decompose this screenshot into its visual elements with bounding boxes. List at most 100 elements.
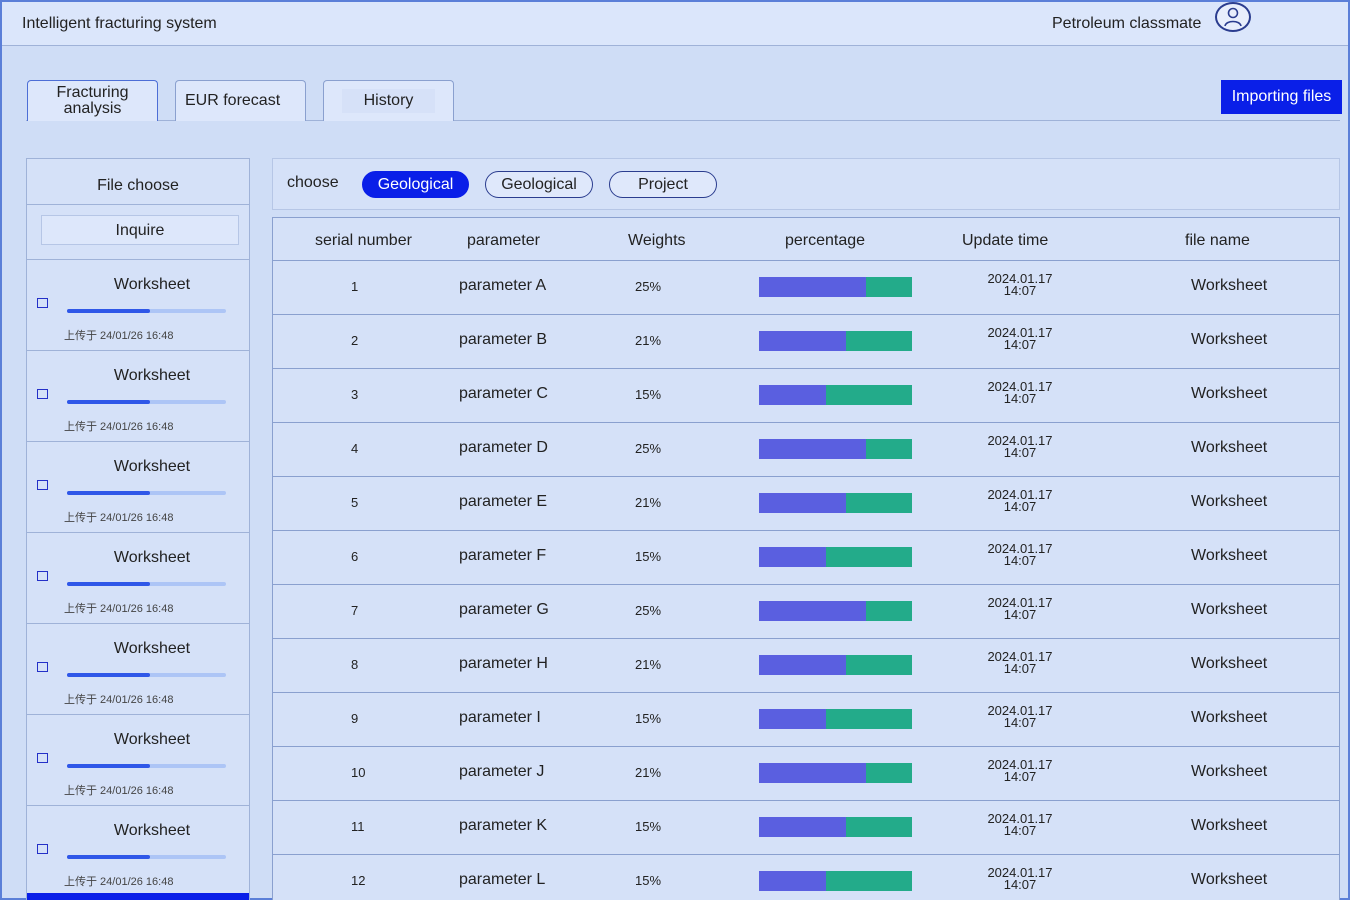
- parameter-name: parameter D: [459, 439, 548, 456]
- parameter-name: parameter H: [459, 655, 548, 672]
- table-row[interactable]: 6 parameter F 15% 2024.01.17 14:07 Worksheet: [273, 531, 1339, 585]
- file-item[interactable]: Worksheet 上传于 24/01/26 16:48: [27, 442, 249, 533]
- file-item[interactable]: Worksheet 上传于 24/01/26 16:48: [27, 260, 249, 351]
- table-row[interactable]: 11 parameter K 15% 2024.01.17 14:07 Worksheet: [273, 801, 1339, 855]
- percentage-bar: [759, 385, 912, 405]
- file-checkbox[interactable]: [37, 389, 48, 399]
- serial-number: 8: [351, 657, 359, 672]
- file-progress-fill: [67, 400, 150, 404]
- table-row[interactable]: 2 parameter B 21% 2024.01.17 14:07 Worksheet: [273, 315, 1339, 369]
- row-file-name[interactable]: Worksheet: [1191, 493, 1267, 511]
- percentage-bar-rest: [846, 817, 912, 837]
- percentage-bar-rest: [846, 493, 912, 513]
- file-item[interactable]: Worksheet 上传于 24/01/26 16:48: [27, 351, 249, 442]
- percentage-bar-fill: [759, 385, 827, 405]
- file-item[interactable]: Worksheet 上传于 24/01/26 16:48: [27, 533, 249, 624]
- weight-value: 25%: [635, 603, 662, 618]
- file-checkbox[interactable]: [37, 844, 48, 854]
- file-checkbox[interactable]: [37, 662, 48, 672]
- file-item[interactable]: Worksheet 上传于 24/01/26 16:48: [27, 806, 249, 897]
- tab-label: EUR forecast: [185, 92, 281, 109]
- percentage-bar: [759, 763, 912, 783]
- row-file-name[interactable]: Worksheet: [1191, 871, 1267, 889]
- serial-number: 12: [351, 873, 366, 888]
- row-file-name[interactable]: Worksheet: [1191, 547, 1267, 565]
- file-item[interactable]: Worksheet 上传于 24/01/26 16:48: [27, 715, 249, 806]
- update-clock: 14:07: [1003, 823, 1037, 838]
- row-file-name[interactable]: Worksheet: [1191, 277, 1267, 295]
- inquire-button[interactable]: Inquire: [41, 215, 239, 245]
- weight-value: 21%: [635, 765, 662, 780]
- file-name: Worksheet: [113, 640, 191, 657]
- update-time: 2024.01.17 14:07: [985, 758, 1055, 784]
- file-progress-fill: [67, 764, 150, 768]
- tab-label: Fracturing analysis: [56, 84, 129, 117]
- file-checkbox[interactable]: [37, 298, 48, 308]
- file-progress-fill: [67, 673, 150, 677]
- update-time: 2024.01.17 14:07: [985, 488, 1055, 513]
- serial-number: 2: [351, 333, 359, 348]
- parameter-name: parameter G: [459, 601, 549, 618]
- row-file-name[interactable]: Worksheet: [1191, 331, 1267, 349]
- percentage-bar: [759, 547, 912, 567]
- row-file-name[interactable]: Worksheet: [1191, 817, 1267, 835]
- table-row[interactable]: 9 parameter I 15% 2024.01.17 14:07 Worksheet: [273, 693, 1339, 747]
- chip-geological-2[interactable]: Geological: [485, 171, 593, 198]
- tab-eur-forecast[interactable]: EUR forecast: [175, 80, 306, 121]
- update-clock: 14:07: [1003, 661, 1037, 676]
- chip-project[interactable]: Project: [609, 171, 717, 198]
- file-item[interactable]: Worksheet 上传于 24/01/26 16:48: [27, 624, 249, 715]
- file-list: Worksheet 上传于 24/01/26 16:48 Worksheet 上传于 …: [27, 260, 249, 897]
- weight-value: 15%: [635, 711, 662, 726]
- table-row[interactable]: 7 parameter G 25% 2024.01.17 14:07 Worksheet: [273, 585, 1339, 639]
- percentage-bar: [759, 439, 912, 459]
- table-row[interactable]: 10 parameter J 21% 2024.01.17 14:07 Worksheet: [273, 747, 1339, 801]
- file-checkbox[interactable]: [37, 753, 48, 763]
- percentage-bar-fill: [759, 817, 847, 837]
- table-row[interactable]: 12 parameter L 15% 2024.01.17 14:07 Worksheet: [273, 855, 1339, 900]
- table-row[interactable]: 3 parameter C 15% 2024.01.17 14:07 Worksheet: [273, 369, 1339, 423]
- table-body: 1 parameter A 25% 2024.01.17 14:07 Worksheet 2…: [273, 261, 1339, 900]
- update-time: 2024.01.17 14:07: [985, 380, 1055, 405]
- weight-value: 25%: [635, 279, 662, 294]
- import-files-button[interactable]: Importing files: [1221, 80, 1342, 114]
- row-file-name[interactable]: Worksheet: [1191, 763, 1267, 781]
- percentage-bar-fill: [759, 547, 827, 567]
- percentage-bar-fill: [759, 763, 867, 783]
- row-file-name[interactable]: Worksheet: [1191, 709, 1267, 727]
- row-file-name[interactable]: Worksheet: [1191, 439, 1267, 457]
- parameter-name: parameter F: [459, 547, 547, 564]
- weight-value: 15%: [635, 819, 662, 834]
- file-progress-fill: [67, 491, 150, 495]
- file-checkbox[interactable]: [37, 571, 48, 581]
- top-bar: Intelligent fracturing system Petroleum …: [2, 2, 1348, 46]
- username[interactable]: Petroleum classmate: [1052, 15, 1201, 33]
- serial-number: 6: [351, 549, 359, 564]
- row-file-name[interactable]: Worksheet: [1191, 601, 1267, 619]
- weight-value: 25%: [635, 441, 662, 456]
- serial-number: 1: [351, 279, 359, 294]
- row-file-name[interactable]: Worksheet: [1191, 655, 1267, 673]
- file-checkbox[interactable]: [37, 480, 48, 490]
- table-row[interactable]: 5 parameter E 21% 2024.01.17 14:07 Worksheet: [273, 477, 1339, 531]
- percentage-bar-fill: [759, 871, 827, 891]
- row-file-name[interactable]: Worksheet: [1191, 385, 1267, 403]
- table-row[interactable]: 8 parameter H 21% 2024.01.17 14:07 Worksheet: [273, 639, 1339, 693]
- file-progress-bar: [67, 764, 226, 768]
- file-progress-bar: [67, 491, 226, 495]
- file-progress-bar: [67, 582, 226, 586]
- chip-geological-1[interactable]: Geological: [362, 171, 469, 198]
- percentage-bar-fill: [759, 655, 847, 675]
- update-clock: 14:07: [1003, 715, 1037, 730]
- table-row[interactable]: 4 parameter D 25% 2024.01.17 14:07 Worksheet: [273, 423, 1339, 477]
- file-progress-bar: [67, 309, 226, 313]
- app-title: Intelligent fracturing system: [22, 15, 217, 32]
- weight-value: 21%: [635, 333, 662, 348]
- percentage-bar-fill: [759, 601, 867, 621]
- user-avatar-icon[interactable]: [1215, 2, 1251, 32]
- tab-fracturing-analysis[interactable]: Fracturing analysis: [27, 80, 158, 121]
- table-row[interactable]: 1 parameter A 25% 2024.01.17 14:07 Worksheet: [273, 261, 1339, 315]
- file-name: Worksheet: [113, 276, 191, 293]
- tab-history[interactable]: History: [323, 80, 454, 121]
- update-clock: 14:07: [1003, 769, 1037, 784]
